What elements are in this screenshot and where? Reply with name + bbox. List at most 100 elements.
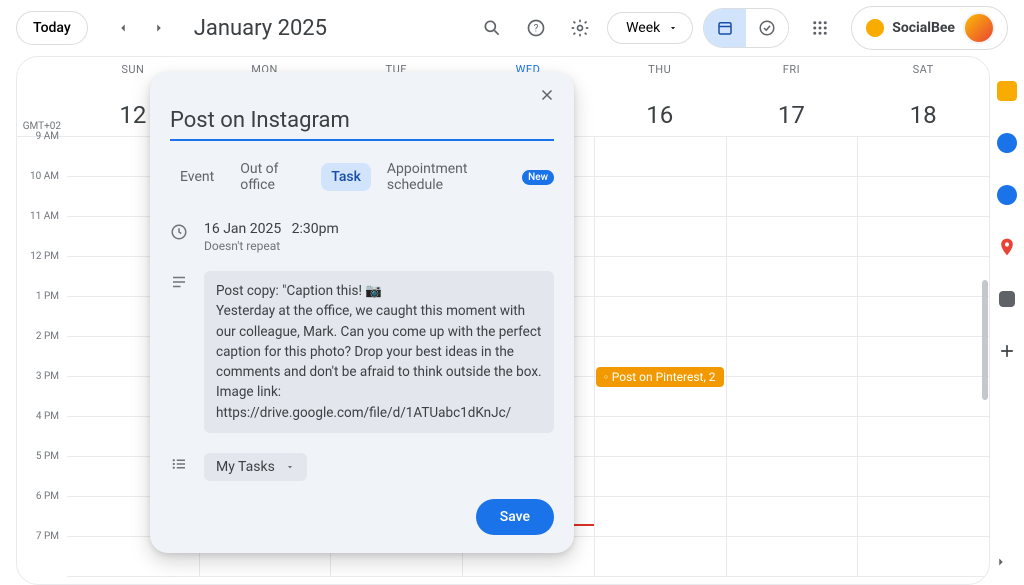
tasks-button[interactable] [990,126,1024,160]
tasks-view-button[interactable] [746,9,788,47]
time-cell[interactable] [857,377,989,417]
time-cell[interactable] [857,337,989,377]
view-select[interactable]: Week [607,12,693,44]
description-box[interactable]: Post copy: "Caption this! 📷 Yesterday at… [204,271,554,433]
close-icon [538,86,556,104]
chevron-left-icon [116,21,130,35]
time-cell[interactable] [726,337,858,377]
tab-appointment[interactable]: Appointment schedule [377,155,516,199]
tab-task[interactable]: Task [321,163,371,191]
nav-arrows [106,11,176,45]
save-button[interactable]: Save [476,499,554,535]
tab-out-of-office[interactable]: Out of office [230,155,315,199]
bee-icon [866,19,884,37]
search-icon [482,18,502,38]
check-circle-icon [604,371,608,383]
time-cell[interactable] [726,297,858,337]
help-icon: ? [526,18,546,38]
collapse-panel-button[interactable] [984,545,1018,579]
calendar-view-button[interactable] [704,9,746,47]
time-cell[interactable] [857,177,989,217]
time-cell[interactable] [594,417,726,457]
type-tabs: Event Out of office Task Appointment sch… [170,155,554,199]
addon-button[interactable] [990,282,1024,316]
calendar-icon [716,19,734,37]
add-panel-button[interactable] [990,334,1024,368]
hour-label: 4 PM [17,411,67,451]
person-icon [997,185,1017,205]
hour-label: 12 PM [17,251,67,291]
time-cell[interactable] [857,537,989,577]
keep-button[interactable] [990,74,1024,108]
hour-label: 1 PM [17,291,67,331]
desc-line-1: Post copy: "Caption this! 📷 [216,281,542,301]
day-head-fri: FRI [726,57,858,101]
next-week-button[interactable] [142,11,176,45]
time-cell[interactable] [594,257,726,297]
day-head-sat: SAT [857,57,989,101]
time-cell[interactable] [857,297,989,337]
chevron-right-icon [994,555,1008,569]
scroll-thumb[interactable] [982,280,988,400]
plus-icon [997,341,1017,361]
event-chip[interactable]: Post on Pinterest, 2 [596,367,724,387]
time-cell[interactable] [594,177,726,217]
search-button[interactable] [475,11,509,45]
time-cell[interactable] [594,457,726,497]
close-button[interactable] [530,78,564,112]
time-cell[interactable] [594,217,726,257]
time-cell[interactable] [857,257,989,297]
task-list-label: My Tasks [216,459,275,475]
today-button[interactable]: Today [16,11,88,45]
time-cell[interactable] [857,457,989,497]
hour-label: 2 PM [17,331,67,371]
time-cell[interactable] [726,537,858,577]
time-cell[interactable] [726,497,858,537]
time-cell[interactable] [857,217,989,257]
time-cell[interactable] [726,217,858,257]
task-list-select[interactable]: My Tasks [204,453,307,481]
hour-label: 10 AM [17,171,67,211]
maps-button[interactable] [990,230,1024,264]
time-cell[interactable] [594,137,726,177]
apps-button[interactable] [803,11,837,45]
time-cell[interactable] [594,297,726,337]
create-task-modal: Event Out of office Task Appointment sch… [150,72,574,553]
caret-down-icon [285,462,295,472]
time-cell[interactable] [726,457,858,497]
time-cell[interactable] [726,257,858,297]
time-cell[interactable] [726,377,858,417]
description-icon [170,271,190,291]
time-cell[interactable] [726,417,858,457]
time-cell[interactable] [726,177,858,217]
caret-down-icon [668,23,678,33]
event-label: Post on Pinterest, 2 [612,370,716,384]
settings-button[interactable] [563,11,597,45]
datetime-row[interactable]: 16 Jan 2025 2:30pm Doesn't repeat [150,217,574,257]
date-thu[interactable]: 16 [594,101,726,136]
brand-pill[interactable]: SocialBee [851,6,1008,50]
avatar[interactable] [963,12,995,44]
hour-label: 5 PM [17,451,67,491]
prev-week-button[interactable] [106,11,140,45]
task-list-row: My Tasks [150,449,574,485]
date-fri[interactable]: 17 [726,101,858,136]
time-cell[interactable] [594,537,726,577]
contacts-button[interactable] [990,178,1024,212]
addon-icon [999,291,1015,307]
view-label: Week [626,20,660,36]
help-button[interactable]: ? [519,11,553,45]
desc-line-2: Yesterday at the office, we caught this … [216,301,542,382]
date-sat[interactable]: 18 [857,101,989,136]
tab-event[interactable]: Event [170,163,224,191]
hour-label: 7 PM [17,531,67,571]
task-title-input[interactable] [170,82,554,141]
time-cell[interactable] [594,497,726,537]
task-date: 16 Jan 2025 [204,221,281,237]
day-head-thu: THU [594,57,726,101]
time-cell[interactable] [726,137,858,177]
clock-icon [170,221,190,241]
time-cell[interactable] [857,137,989,177]
time-cell[interactable] [857,417,989,457]
time-cell[interactable] [857,497,989,537]
